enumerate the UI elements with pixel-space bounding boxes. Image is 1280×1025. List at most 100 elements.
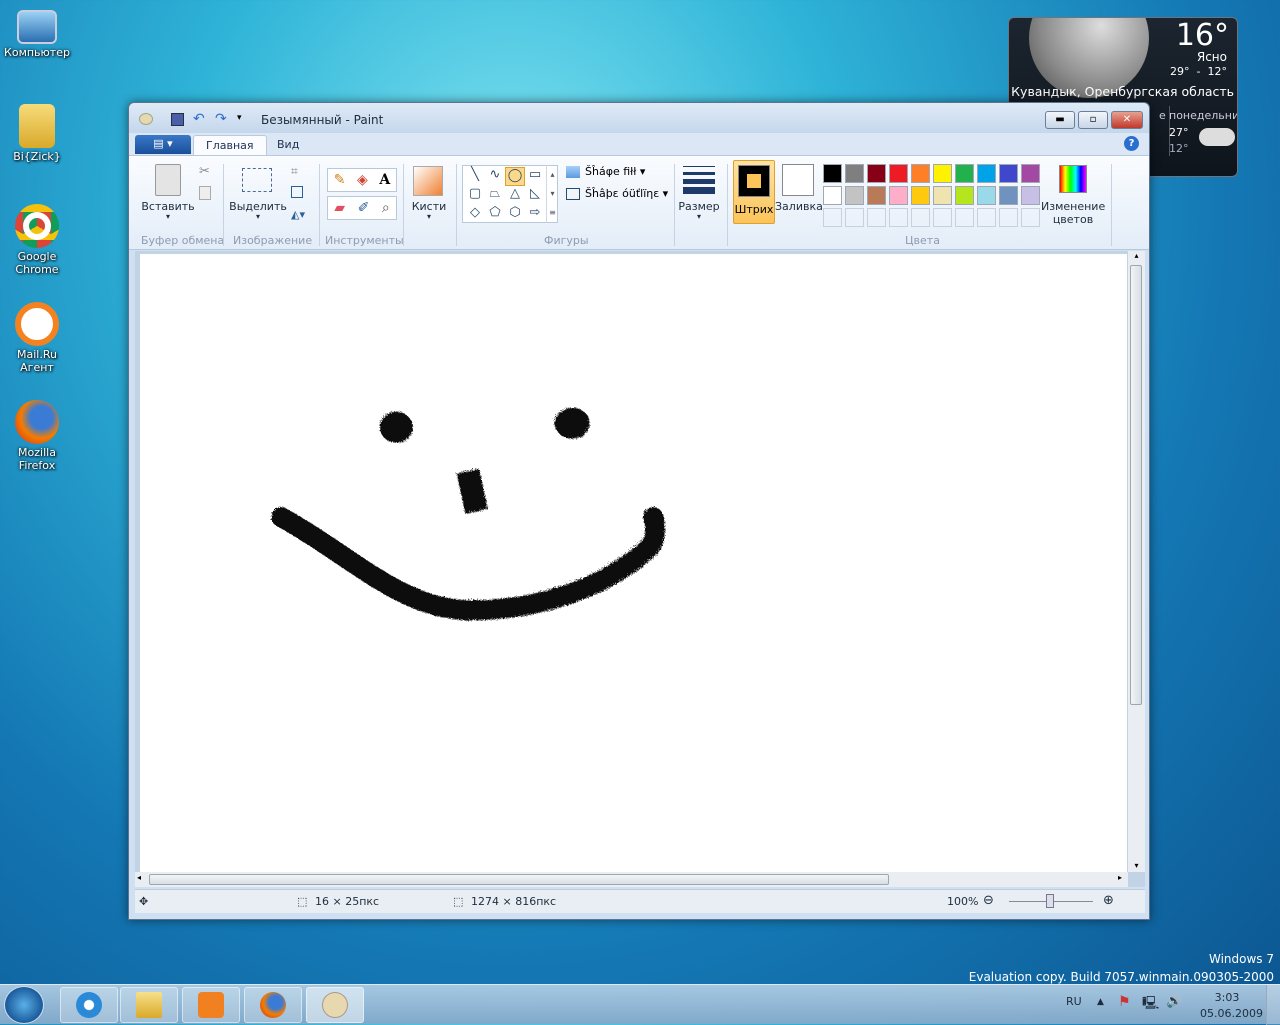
- pencil-icon[interactable]: ✎: [334, 172, 346, 188]
- custom-color-slot[interactable]: [977, 208, 996, 227]
- drawing-canvas[interactable]: [140, 254, 1127, 872]
- color-swatch[interactable]: [867, 186, 886, 205]
- color-picker-icon[interactable]: ✐: [358, 200, 370, 216]
- maximize-button[interactable]: ▫: [1078, 111, 1108, 129]
- edit-colors-button[interactable]: Изменение цветов: [1041, 200, 1105, 226]
- color-swatch[interactable]: [999, 164, 1018, 183]
- horizontal-scrollbar[interactable]: ◂ ▸: [135, 872, 1128, 887]
- show-desktop-button[interactable]: [1266, 985, 1280, 1025]
- resize-icon[interactable]: [291, 186, 303, 198]
- text-icon[interactable]: A: [379, 172, 390, 188]
- color-swatch[interactable]: [845, 186, 864, 205]
- curve-shape-icon[interactable]: ∿: [485, 167, 505, 186]
- save-icon[interactable]: [171, 113, 184, 126]
- rectangle-shape-icon[interactable]: ▭: [525, 167, 545, 186]
- rotate-icon[interactable]: ◭▾: [291, 208, 305, 221]
- desktop-icon-firefox[interactable]: Mozilla Firefox: [2, 400, 72, 472]
- vertical-scrollbar[interactable]: ▴ ▾: [1128, 251, 1145, 872]
- color-swatch[interactable]: [867, 164, 886, 183]
- custom-color-slot[interactable]: [999, 208, 1018, 227]
- network-icon[interactable]: 🖳: [1142, 994, 1159, 1016]
- show-hidden-icons-button[interactable]: ▲: [1097, 997, 1104, 1007]
- volume-icon[interactable]: 🔊: [1166, 994, 1182, 1009]
- rounded-rectangle-shape-icon[interactable]: ▢: [465, 186, 485, 205]
- cut-icon[interactable]: ✂: [199, 164, 210, 179]
- vertical-scroll-thumb[interactable]: [1130, 265, 1142, 705]
- diamond-shape-icon[interactable]: ◇: [465, 205, 485, 224]
- taskbar-paint[interactable]: [306, 987, 364, 1023]
- color-swatch[interactable]: [845, 164, 864, 183]
- pentagon-shape-icon[interactable]: ⬠: [485, 205, 505, 224]
- paint-menu-button[interactable]: ▤ ▾: [135, 135, 191, 154]
- zoom-out-button[interactable]: ⊖: [983, 893, 994, 908]
- hexagon-shape-icon[interactable]: ⬡: [505, 205, 525, 224]
- color2-button[interactable]: Заливка: [775, 200, 823, 213]
- tab-view[interactable]: Вид: [265, 135, 311, 155]
- language-indicator[interactable]: RU: [1066, 995, 1082, 1008]
- color-swatch[interactable]: [889, 164, 908, 183]
- quick-access-dropdown-icon[interactable]: ▾: [237, 113, 242, 123]
- desktop-icon-user[interactable]: Bi{Zick}: [2, 104, 72, 163]
- start-button[interactable]: [4, 986, 44, 1024]
- oval-shape-icon[interactable]: ◯: [505, 167, 525, 186]
- shape-fill-button[interactable]: Šĥáφe fiłł ▾: [585, 165, 645, 178]
- title-bar[interactable]: ↶ ↷ ▾ Безымянный - Paint ▬ ▫ ✕: [129, 103, 1149, 133]
- action-center-flag-icon[interactable]: ⚑: [1118, 994, 1131, 1010]
- color-swatch[interactable]: [1021, 186, 1040, 205]
- custom-color-slot[interactable]: [845, 208, 864, 227]
- color-swatch[interactable]: [823, 186, 842, 205]
- color-swatch[interactable]: [911, 186, 930, 205]
- crop-icon[interactable]: ⌗: [291, 164, 298, 179]
- custom-color-slot[interactable]: [933, 208, 952, 227]
- line-shape-icon[interactable]: ╲: [465, 167, 485, 186]
- right-triangle-shape-icon[interactable]: ◺: [525, 186, 545, 205]
- desktop-icon-chrome[interactable]: Google Chrome: [2, 204, 72, 276]
- close-button[interactable]: ✕: [1111, 111, 1143, 129]
- custom-color-slot[interactable]: [867, 208, 886, 227]
- custom-color-slot[interactable]: [823, 208, 842, 227]
- horizontal-scroll-thumb[interactable]: [149, 874, 889, 885]
- arrow-shape-icon[interactable]: ⇨: [525, 205, 545, 224]
- color-swatch[interactable]: [889, 186, 908, 205]
- zoom-in-button[interactable]: ⊕: [1103, 893, 1114, 908]
- polygon-shape-icon[interactable]: ⏢: [485, 186, 505, 205]
- desktop-icon-computer[interactable]: Компьютер: [2, 10, 72, 59]
- copy-icon[interactable]: [199, 186, 211, 200]
- taskbar-ie[interactable]: [60, 987, 118, 1023]
- shapes-scrollbar[interactable]: ▴ ▾ ≡: [546, 165, 558, 223]
- redo-icon[interactable]: ↷: [215, 111, 227, 127]
- custom-color-slot[interactable]: [1021, 208, 1040, 227]
- custom-color-slot[interactable]: [911, 208, 930, 227]
- color-swatch[interactable]: [823, 164, 842, 183]
- brushes-icon: [413, 166, 443, 196]
- color-swatch[interactable]: [1021, 164, 1040, 183]
- color-swatch[interactable]: [955, 186, 974, 205]
- taskbar-explorer[interactable]: [120, 987, 178, 1023]
- minimize-button[interactable]: ▬: [1045, 111, 1075, 129]
- triangle-shape-icon[interactable]: △: [505, 186, 525, 205]
- magnifier-icon[interactable]: ⌕: [382, 200, 390, 216]
- eraser-icon[interactable]: ▰: [334, 200, 345, 216]
- tab-home[interactable]: Главная: [193, 135, 267, 155]
- color1-button[interactable]: Штрих: [733, 160, 775, 224]
- clock[interactable]: 3:03 05.06.2009: [1200, 990, 1263, 1022]
- paint-app-icon[interactable]: [139, 113, 153, 125]
- taskbar-firefox[interactable]: [244, 987, 302, 1023]
- shape-outline-button[interactable]: Šĥâþε óüťlïηε ▾: [585, 187, 668, 200]
- color-swatch[interactable]: [977, 186, 996, 205]
- help-icon[interactable]: ?: [1124, 136, 1139, 151]
- custom-color-slot[interactable]: [955, 208, 974, 227]
- color-swatch[interactable]: [999, 186, 1018, 205]
- undo-icon[interactable]: ↶: [193, 111, 205, 127]
- color-swatch[interactable]: [977, 164, 996, 183]
- color-swatch[interactable]: [933, 164, 952, 183]
- fill-bucket-icon[interactable]: ◈: [357, 172, 368, 188]
- group-label-colors: Цвета: [905, 234, 940, 247]
- color-swatch[interactable]: [955, 164, 974, 183]
- zoom-slider-thumb[interactable]: [1046, 894, 1054, 908]
- custom-color-slot[interactable]: [889, 208, 908, 227]
- color-swatch[interactable]: [911, 164, 930, 183]
- color-swatch[interactable]: [933, 186, 952, 205]
- desktop-icon-mailru[interactable]: Mail.Ru Агент: [2, 302, 72, 374]
- taskbar-media-player[interactable]: [182, 987, 240, 1023]
